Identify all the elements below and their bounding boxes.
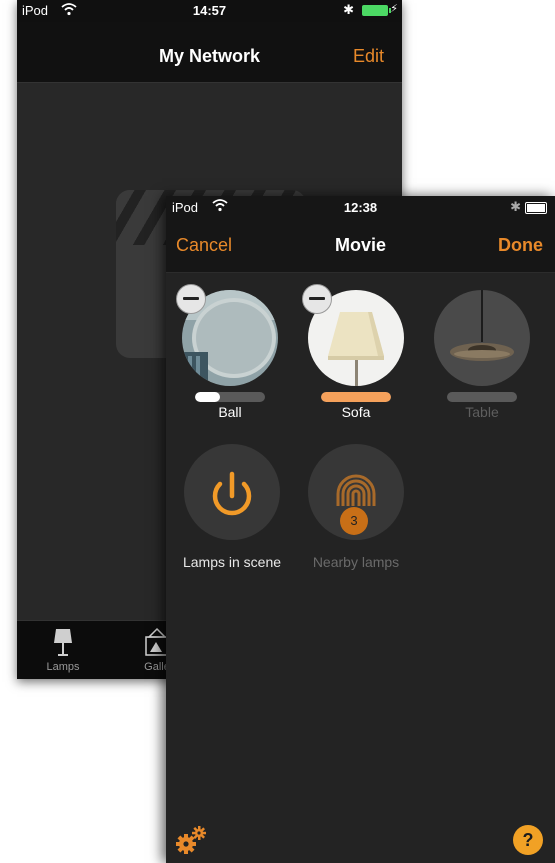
brightness-slider[interactable]	[195, 392, 265, 402]
lamp-label: Sofa	[341, 404, 371, 420]
brightness-slider[interactable]	[321, 392, 391, 402]
battery-icon	[362, 5, 391, 16]
remove-lamp-button[interactable]	[302, 284, 332, 314]
lamp-icon	[23, 627, 103, 659]
bluetooth-icon: ✱	[343, 2, 354, 17]
brightness-fill	[195, 392, 220, 402]
help-button[interactable]: ?	[513, 825, 543, 855]
settings-gear-icon[interactable]	[174, 825, 208, 855]
lamp-item-sofa: Sofa	[302, 284, 406, 420]
edit-button[interactable]: Edit	[353, 46, 384, 67]
lamps-in-scene-button[interactable]	[184, 444, 280, 540]
charging-icon: ⚡	[390, 3, 398, 15]
navigation-bar: My Network Edit	[17, 22, 402, 83]
nearby-lamps-label: Nearby lamps	[312, 554, 400, 570]
lamp-label: Ball	[218, 404, 242, 420]
nearby-lamps-action[interactable]: 3 Nearby lamps	[298, 444, 414, 570]
tab-lamps[interactable]: Lamps	[23, 627, 103, 673]
scene-title: Movie	[334, 235, 386, 255]
lamp-label: Table	[465, 404, 499, 420]
power-icon	[212, 471, 252, 516]
lamps-in-scene-action[interactable]: Lamps in scene	[174, 444, 290, 570]
status-bar: iPod 12:38 ✱	[166, 196, 555, 218]
navigation-bar: Cancel Movie Done	[166, 218, 555, 273]
lamp-item-table: Table	[432, 290, 532, 420]
brightness-slider[interactable]	[447, 392, 517, 402]
lamp-photo-table[interactable]	[434, 290, 530, 386]
remove-lamp-button[interactable]	[176, 284, 206, 314]
status-time: 12:38	[343, 200, 378, 215]
nearby-lamps-button[interactable]: 3	[308, 444, 404, 540]
battery-icon	[525, 202, 547, 214]
brightness-fill	[321, 392, 391, 402]
bluetooth-icon: ✱	[510, 199, 521, 214]
scene-editor-screen: iPod 12:38 ✱ Cancel Movie Done Ball Sofa…	[166, 196, 555, 863]
status-bar: iPod 14:57 ✱ ⚡	[17, 0, 402, 22]
done-button[interactable]: Done	[498, 235, 543, 256]
lamps-in-scene-label: Lamps in scene	[182, 554, 282, 570]
nearby-count-badge: 3	[340, 507, 368, 535]
page-title: My Network	[158, 46, 261, 66]
tab-lamps-label: Lamps	[46, 661, 80, 673]
lamp-item-ball: Ball	[176, 284, 280, 420]
